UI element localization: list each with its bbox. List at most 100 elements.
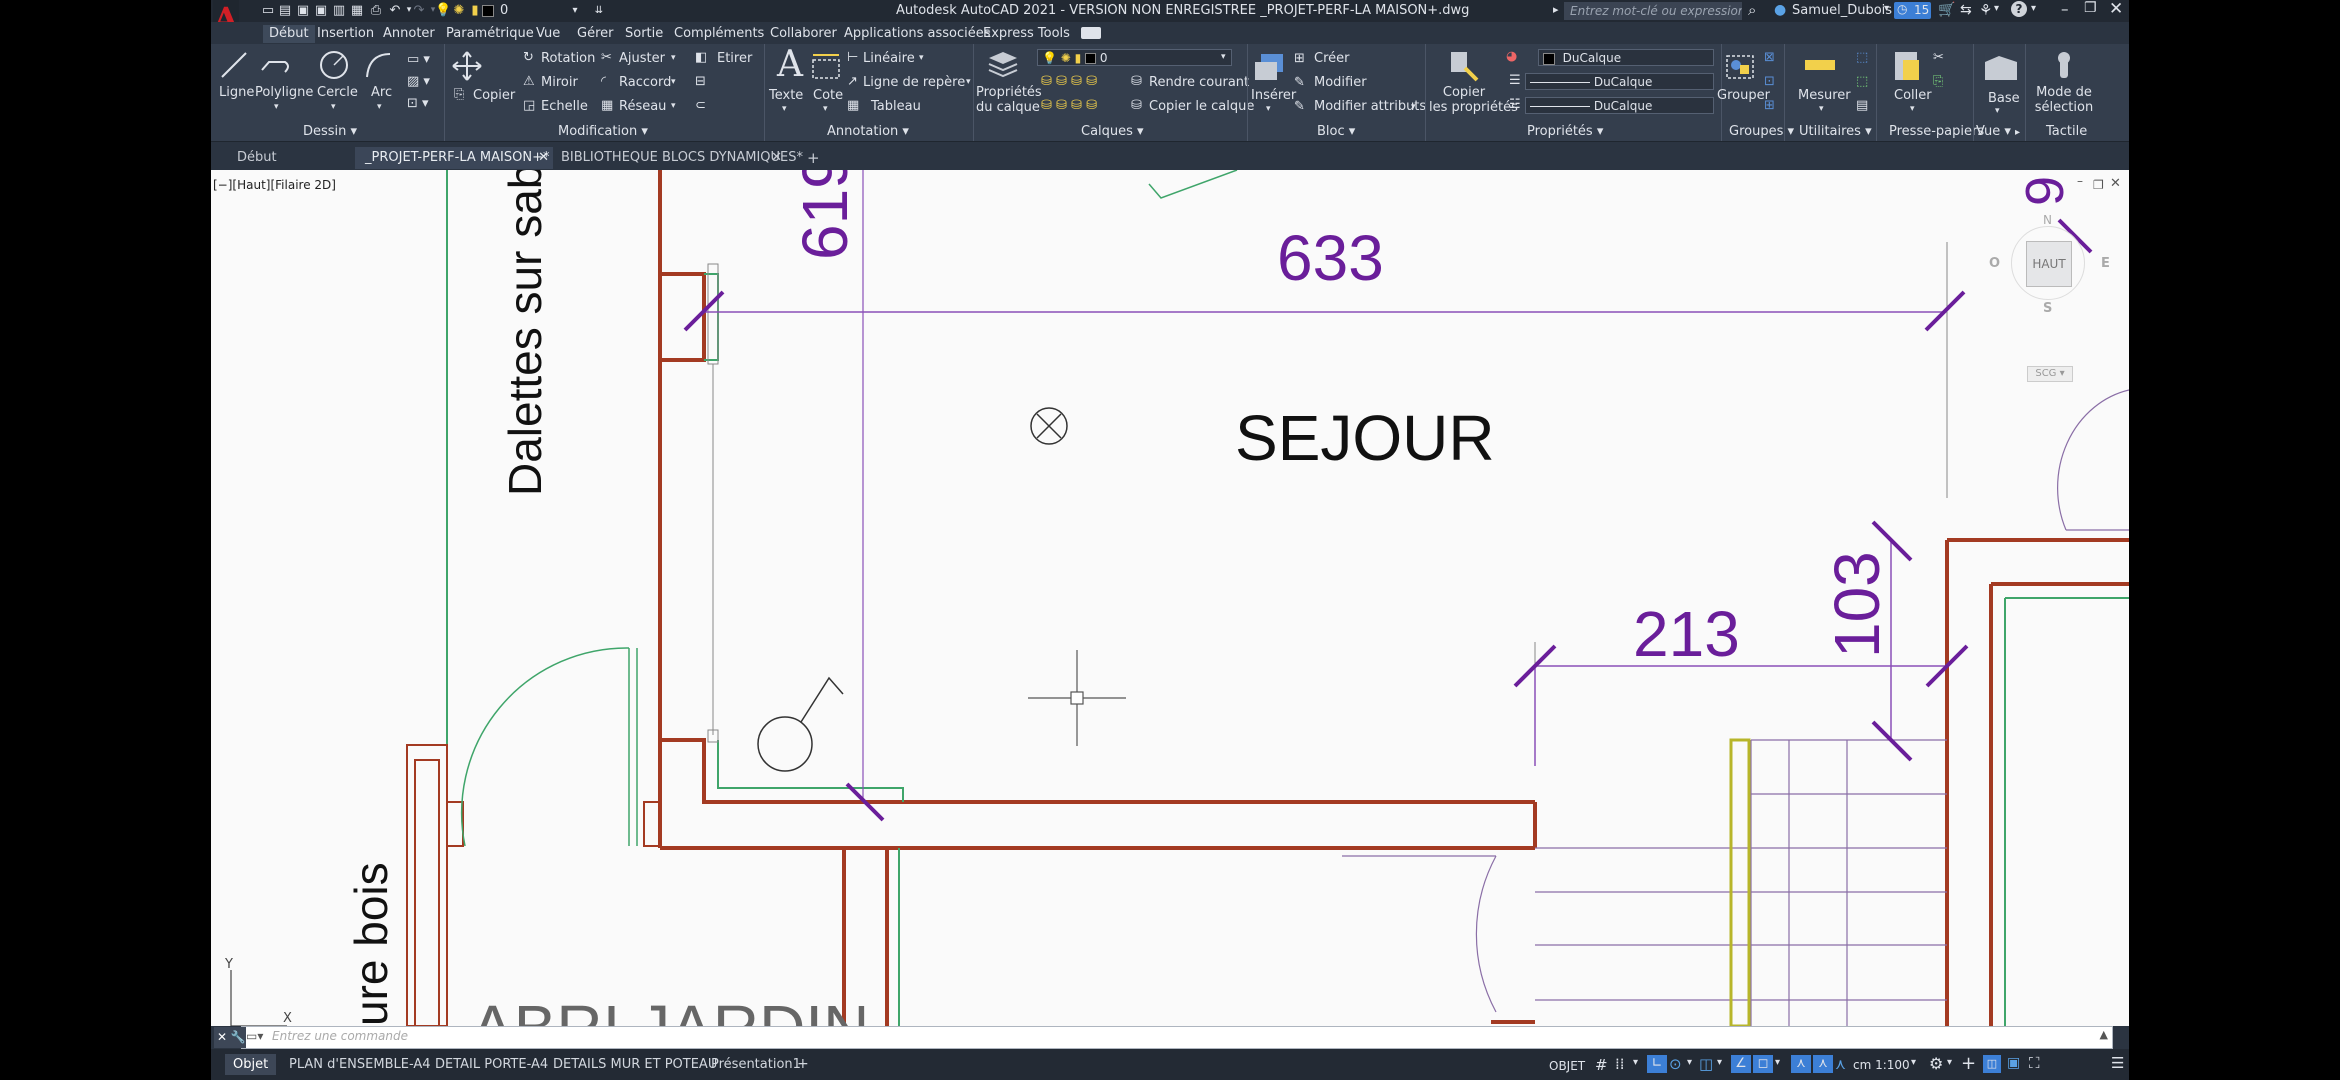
viewport-close-icon[interactable]: ✕ [2110,176,2121,191]
save-icon[interactable]: ▣ [295,3,311,18]
group-bloc-title[interactable]: Bloc ▾ [1317,124,1355,139]
polyline-label[interactable]: Polyligne [255,85,313,100]
annotation-scale-icon[interactable]: ⋏ [1835,1055,1846,1073]
rotate-label[interactable]: Rotation [541,51,595,66]
rotate-icon[interactable]: ↻ [523,50,534,65]
arc-dropdown-icon[interactable]: ▾ [377,100,382,115]
restore-icon[interactable]: ❐ [2084,0,2097,16]
isodraft-icon[interactable]: ◫ [1699,1055,1713,1073]
tab-gerer[interactable]: Gérer [577,25,613,43]
tab-complements[interactable]: Compléments [674,25,764,43]
scale-dropdown-icon[interactable]: ▾ [1911,1057,1916,1068]
snap-icon[interactable]: ⁞⁞ [1615,1055,1625,1073]
text-dropdown-icon[interactable]: ▾ [782,102,787,117]
mirror-icon[interactable]: ⚠ [523,74,535,89]
fillet-dropdown-icon[interactable]: ▾ [671,75,676,90]
group-modification-title[interactable]: Modification ▾ [558,124,648,139]
close-tab-icon[interactable]: ✕ [771,147,782,169]
ungroup-icon[interactable]: ⊠ [1764,50,1775,65]
group-label[interactable]: Grouper [1717,88,1770,103]
user-dropdown-icon[interactable]: ▾ [1884,3,1889,14]
measure-dropdown-icon[interactable]: ▾ [1819,102,1824,117]
layer-properties-label[interactable]: Propriétés du calque [976,85,1042,115]
annotation-visibility-icon[interactable]: ⋏ [1791,1055,1811,1073]
touch-mode-icon[interactable] [2049,48,2079,82]
leader-dropdown-icon[interactable]: ▾ [966,75,971,90]
workspace-gear-icon[interactable]: ⚙ [1929,1054,1943,1073]
group-dessin-title[interactable]: Dessin ▾ [303,124,357,139]
trim-label[interactable]: Ajuster [619,51,665,66]
fillet-label[interactable]: Raccord [619,75,671,90]
edit-block-label[interactable]: Modifier [1314,75,1367,90]
close-tab-icon[interactable]: ✕ [538,147,549,169]
group-proprietes-title[interactable]: Propriétés ▾ [1527,124,1603,139]
viewport-controls-label[interactable]: [−][Haut][Filaire 2D] [213,178,336,192]
annotation-scale-label[interactable]: cm 1:100 [1853,1058,1910,1072]
create-block-label[interactable]: Créer [1314,51,1349,66]
line-icon[interactable] [219,50,249,80]
fullscreen-icon[interactable]: ⛶ [2029,1054,2040,1072]
new-file-icon[interactable]: ▭ [260,3,276,18]
command-prompt-icon[interactable]: ▭▾ [246,1029,263,1043]
dimension-label[interactable]: Cote [813,88,843,103]
tab-express-tools[interactable]: Express Tools [983,25,1070,43]
polyline-icon[interactable] [259,50,293,80]
table-icon[interactable]: ▦ [847,98,859,113]
tab-vue[interactable]: Vue [536,25,560,43]
lock-icon[interactable]: ▮ [467,3,483,18]
layout-tab-plan-ensemble[interactable]: PLAN d'ENSEMBLE-A4 [281,1054,439,1075]
notification-badge[interactable]: ◷ 15 [1894,2,1931,19]
utility-icon-1[interactable]: ⬚ [1856,50,1868,65]
group-calques-title[interactable]: Calques ▾ [1081,124,1144,139]
file-tab-projet[interactable]: _PROJET-PERF-LA MAISON+* ✕ [355,147,553,169]
stretch-icon[interactable]: ◧ [695,50,707,65]
layer-properties-icon[interactable] [985,48,1021,80]
group-select-icon[interactable]: ⊞ [1764,98,1775,113]
text-label[interactable]: Texte [769,88,803,103]
match-properties-icon[interactable] [1447,48,1481,82]
make-current-icon[interactable]: ⛁ [1131,74,1142,89]
sun-icon[interactable]: ✺ [451,3,467,18]
insert-block-icon[interactable] [1253,50,1287,82]
match-layer-icon[interactable]: ⛁ [1131,98,1142,113]
search-arrow-icon[interactable]: ▸ [1553,3,1559,16]
rectangle-icon[interactable]: ▭ ▾ [407,52,430,67]
layer-tools-row2-icon[interactable]: ⛁ ⛁ ⛁ ⛁ [1041,98,1097,113]
move-icon[interactable] [451,50,483,82]
circle-dropdown-icon[interactable]: ▾ [331,100,336,115]
polyline-dropdown-icon[interactable]: ▾ [274,100,279,115]
tab-sortie[interactable]: Sortie [625,25,663,43]
insert-dropdown-icon[interactable]: ▾ [1266,102,1271,117]
edit-attributes-dropdown-icon[interactable]: ▾ [1411,100,1416,115]
arc-icon[interactable] [363,50,393,80]
trim-dropdown-icon[interactable]: ▾ [671,51,676,66]
group-annotation-title[interactable]: Annotation ▾ [827,124,909,139]
dimension-dropdown-icon[interactable]: ▾ [823,102,828,117]
lineweight-icon[interactable]: ☰ [1509,73,1521,88]
arc-label[interactable]: Arc [371,85,392,100]
minimize-icon[interactable]: – [2061,0,2069,18]
layout-tab-detail-porte[interactable]: DETAIL PORTE-A4 [427,1054,556,1075]
group-tactile-title[interactable]: Tactile [2046,124,2087,139]
exchange-icon[interactable]: ⇆ [1960,2,1972,18]
a360-icon[interactable]: ⚘ [1979,1,1992,19]
tab-debut[interactable]: Début [263,25,315,43]
floor-plan[interactable]: SEJOUR 633 213 103 619 9 Dalettes sur sa… [211,170,2129,1026]
layer-tools-row1-icon[interactable]: ⛁ ⛁ ⛁ ⛁ [1041,74,1097,89]
linear-icon[interactable]: ⊢ [847,50,858,65]
ortho-icon[interactable]: ∟ [1647,1055,1667,1073]
group-vue-title[interactable]: Vue ▾ ▸ [1976,124,2020,139]
paste-dropdown-icon[interactable]: ▾ [1910,102,1915,117]
customize-status-icon[interactable]: ☰ [2111,1054,2124,1072]
plot-icon[interactable]: ⎙ [368,3,384,18]
viewcube-north[interactable]: N [2043,213,2052,227]
polar-icon[interactable]: ⊙ [1669,1055,1682,1073]
layout-tab-details-mur[interactable]: DETAILS MUR ET POTEAU [545,1054,725,1075]
publish-icon[interactable]: ▦ [349,3,365,18]
user-name[interactable]: Samuel_Dubois [1792,3,1892,18]
trim-icon[interactable]: ✂ [601,50,612,65]
linear-dropdown-icon[interactable]: ▾ [919,51,924,66]
file-tab-bibliotheque[interactable]: BIBLIOTHEQUE BLOCS DYNAMIQUES* ✕ [551,147,803,169]
make-current-label[interactable]: Rendre courant [1149,75,1249,90]
help-icon[interactable]: ? [2011,1,2027,17]
